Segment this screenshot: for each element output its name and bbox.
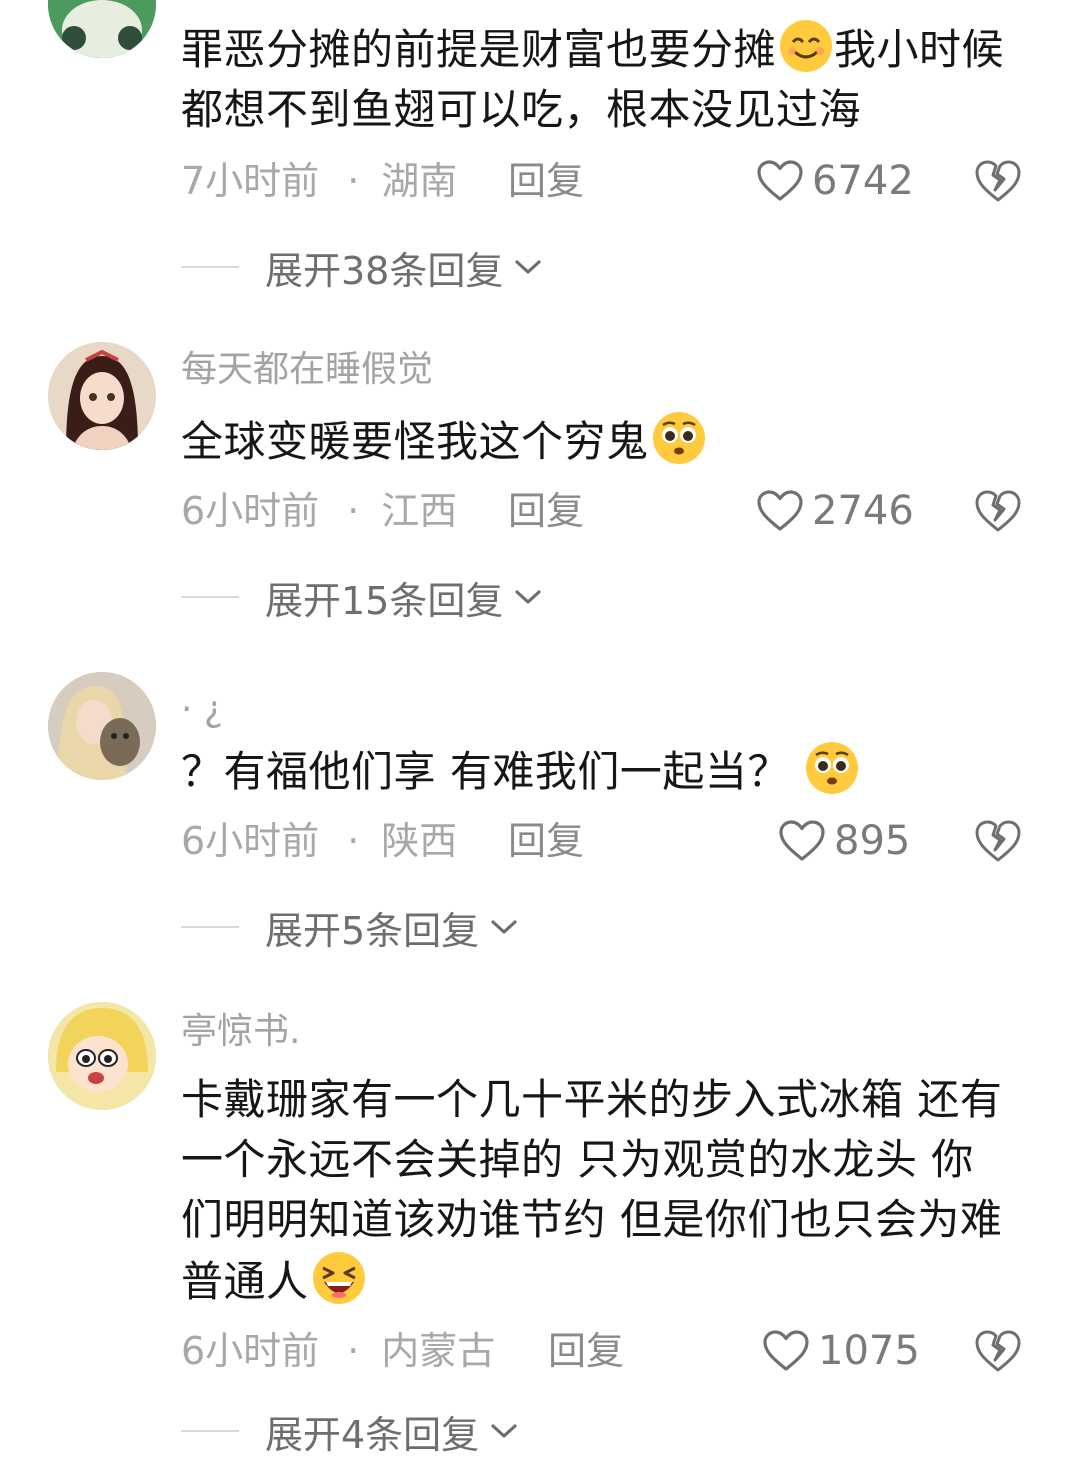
expand-replies-button[interactable]: 展开4条回复 — [181, 1406, 519, 1457]
chevron-down-icon — [491, 920, 517, 934]
username[interactable]: 每天都在睡假觉 — [181, 350, 433, 390]
dislike-button[interactable] — [974, 158, 1022, 204]
expand-replies-button[interactable]: 展开38条回复 — [181, 242, 543, 293]
divider-line — [181, 596, 239, 598]
broken-heart-icon — [975, 160, 1021, 202]
comment-meta: 6小时前 · 内蒙古 回复 — [181, 1326, 624, 1376]
laughing-face-emoji-icon — [311, 1250, 367, 1306]
expand-replies-button[interactable]: 展开15条回复 — [181, 572, 543, 623]
avatar-image — [48, 342, 156, 450]
reply-button[interactable]: 回复 — [508, 486, 584, 536]
heart-icon — [763, 1330, 809, 1371]
comment-text: ？有福他们享 有难我们一起当？ — [181, 740, 1011, 802]
broken-heart-icon — [975, 820, 1021, 862]
comment-meta: 6小时前 · 陕西 回复 — [181, 816, 584, 866]
heart-icon — [779, 820, 825, 861]
like-button[interactable]: 6742 — [756, 156, 914, 206]
chevron-down-icon — [515, 260, 541, 274]
location: 内蒙古 — [381, 1329, 496, 1373]
divider-line — [181, 266, 239, 268]
divider-line — [181, 1430, 239, 1432]
location: 陕西 — [381, 819, 458, 863]
like-count: 2746 — [812, 488, 914, 534]
chevron-down-icon — [515, 590, 541, 604]
expand-replies-button[interactable]: 展开5条回复 — [181, 902, 519, 953]
dislike-button[interactable] — [974, 1328, 1022, 1374]
dislike-button[interactable] — [974, 488, 1022, 534]
like-count: 895 — [834, 818, 911, 864]
username[interactable]: · ¿ — [181, 690, 223, 730]
location: 江西 — [381, 489, 458, 533]
timestamp: 6小时前 — [181, 819, 320, 863]
avatar-image — [48, 1002, 156, 1110]
divider-line — [181, 926, 239, 928]
comment-text: 全球变暖要怪我这个穷鬼 — [181, 410, 1011, 472]
like-count: 6742 — [812, 158, 914, 204]
avatar[interactable] — [48, 0, 156, 58]
username[interactable]: 亭惊书. — [181, 1012, 300, 1052]
dislike-button[interactable] — [974, 818, 1022, 864]
like-button[interactable]: 1075 — [762, 1326, 920, 1376]
comment-text: 卡戴珊家有一个几十平米的步入式冰箱 还有一个永远不会关掉的 只为观赏的水龙头 你… — [181, 1075, 1003, 1306]
timestamp: 7小时前 — [181, 159, 320, 203]
like-button[interactable]: 2746 — [756, 486, 914, 536]
broken-heart-icon — [975, 490, 1021, 532]
chevron-down-icon — [491, 1424, 517, 1438]
expand-replies-label: 展开38条回复 — [265, 248, 504, 293]
like-count: 1075 — [818, 1328, 920, 1374]
comment-meta: 7小时前 · 湖南 回复 — [181, 156, 584, 206]
like-button[interactable]: 895 — [778, 816, 910, 866]
reply-button[interactable]: 回复 — [548, 1326, 624, 1376]
reply-button[interactable]: 回复 — [508, 816, 584, 866]
timestamp: 6小时前 — [181, 1329, 320, 1373]
heart-icon — [757, 490, 803, 531]
avatar[interactable] — [48, 1002, 156, 1110]
comment-meta: 6小时前 · 江西 回复 — [181, 486, 584, 536]
smiling-face-emoji-icon — [778, 18, 834, 74]
avatar-image — [48, 0, 156, 58]
pleading-face-emoji-icon — [804, 740, 860, 796]
location: 湖南 — [381, 159, 458, 203]
avatar-image — [48, 672, 156, 780]
broken-heart-icon — [975, 1330, 1021, 1372]
expand-replies-label: 展开4条回复 — [265, 1412, 480, 1457]
expand-replies-label: 展开5条回复 — [265, 908, 480, 953]
pleading-face-emoji-icon — [651, 410, 707, 466]
heart-icon — [757, 160, 803, 201]
reply-button[interactable]: 回复 — [508, 156, 584, 206]
avatar[interactable] — [48, 342, 156, 450]
avatar[interactable] — [48, 672, 156, 780]
timestamp: 6小时前 — [181, 489, 320, 533]
comment-text: 罪恶分摊的前提是财富也要分摊 我小时候都想不到鱼翅可以吃，根本没见过海 — [181, 18, 1011, 140]
expand-replies-label: 展开15条回复 — [265, 578, 504, 623]
